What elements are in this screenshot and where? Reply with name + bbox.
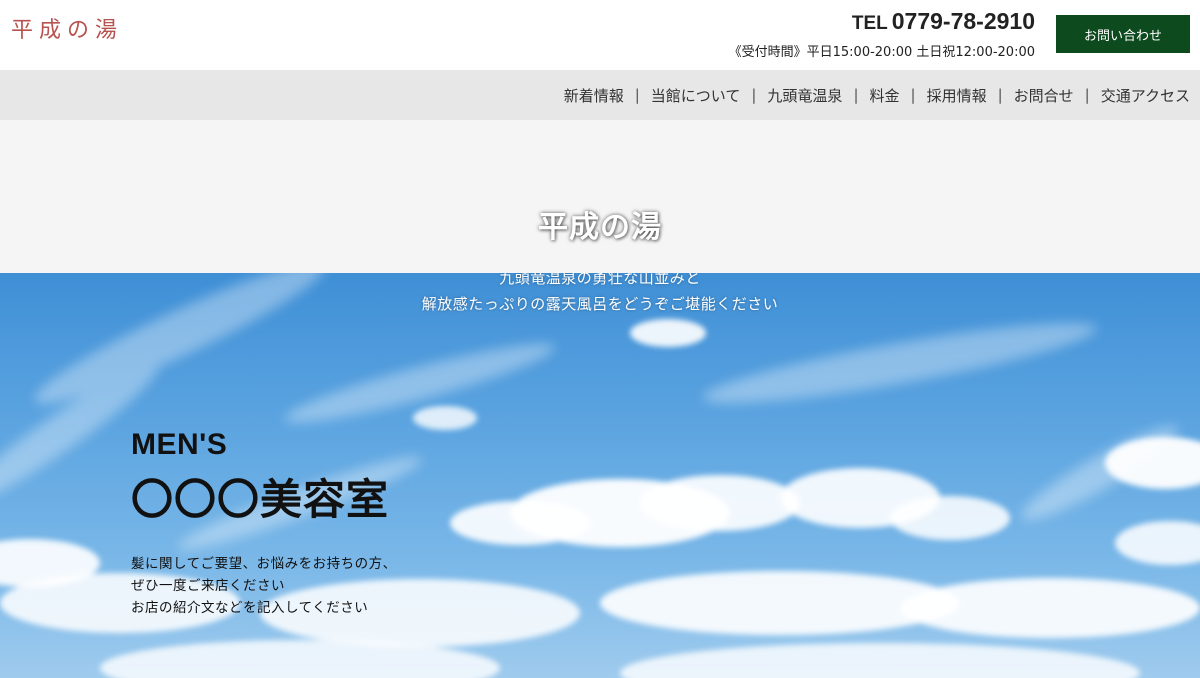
- contact-button[interactable]: お問い合わせ: [1056, 15, 1190, 53]
- nav-list: 新着情報 | 当館について | 九頭竜温泉 | 料金 | 採用情報 | お問合せ…: [564, 70, 1190, 120]
- title-band: 平成の湯: [0, 120, 1200, 273]
- feature-text-line: ぜひ一度ご来店ください: [131, 578, 285, 594]
- feature-eyebrow: MEN'S: [131, 428, 228, 461]
- nav-item-price[interactable]: 料金: [870, 85, 900, 106]
- tel-number[interactable]: 0779-78-2910: [892, 8, 1035, 34]
- nav-separator: |: [997, 86, 1003, 104]
- nav-separator: |: [853, 86, 859, 104]
- nav-separator: |: [634, 86, 640, 104]
- tel-label: TEL: [851, 13, 888, 34]
- hero-sky-image: 九頭竜温泉の勇壮な山並みと 解放感たっぷりの露天風呂をどうぞご堪能ください ME…: [0, 273, 1200, 678]
- hero-subtitle-line1: 九頭竜温泉の勇壮な山並みと: [499, 273, 701, 287]
- nav-item-news[interactable]: 新着情報: [564, 85, 624, 106]
- nav-item-about[interactable]: 当館について: [651, 85, 741, 106]
- nav-item-onsen[interactable]: 九頭竜温泉: [767, 85, 842, 106]
- nav-item-recruit[interactable]: 採用情報: [927, 85, 987, 106]
- feature-block: MEN'S 〇〇〇美容室 髪に関してご要望、お悩みをお持ちの方、 ぜひ一度ご来店…: [131, 428, 397, 619]
- site-header: 平成の湯 TEL 0779-78-2910 《受付時間》平日15:00-20:00…: [0, 0, 1200, 70]
- feature-text-line: お店の紹介文などを記入してください: [131, 600, 369, 616]
- hero-subtitle-line2: 解放感たっぷりの露天風呂をどうぞご堪能ください: [421, 295, 779, 313]
- feature-description: 髪に関してご要望、お悩みをお持ちの方、 ぜひ一度ご来店ください お店の紹介文など…: [131, 553, 397, 619]
- global-nav: 新着情報 | 当館について | 九頭竜温泉 | 料金 | 採用情報 | お問合せ…: [0, 70, 1200, 120]
- feature-text-line: 髪に関してご要望、お悩みをお持ちの方、: [131, 556, 397, 572]
- tel-block: TEL 0779-78-2910 《受付時間》平日15:00-20:00 土日祝1…: [729, 8, 1035, 60]
- business-hours: 《受付時間》平日15:00-20:00 土日祝12:00-20:00: [728, 45, 1035, 60]
- nav-item-access[interactable]: 交通アクセス: [1101, 85, 1190, 106]
- nav-separator: |: [910, 86, 916, 104]
- feature-title: 〇〇〇美容室: [131, 475, 390, 524]
- nav-separator: |: [751, 86, 757, 104]
- site-logo[interactable]: 平成の湯: [11, 12, 123, 44]
- tel-line: TEL 0779-78-2910: [729, 8, 1035, 35]
- nav-item-contact[interactable]: お問合せ: [1014, 85, 1074, 106]
- nav-separator: |: [1084, 86, 1090, 104]
- hero-title: 平成の湯: [538, 210, 662, 245]
